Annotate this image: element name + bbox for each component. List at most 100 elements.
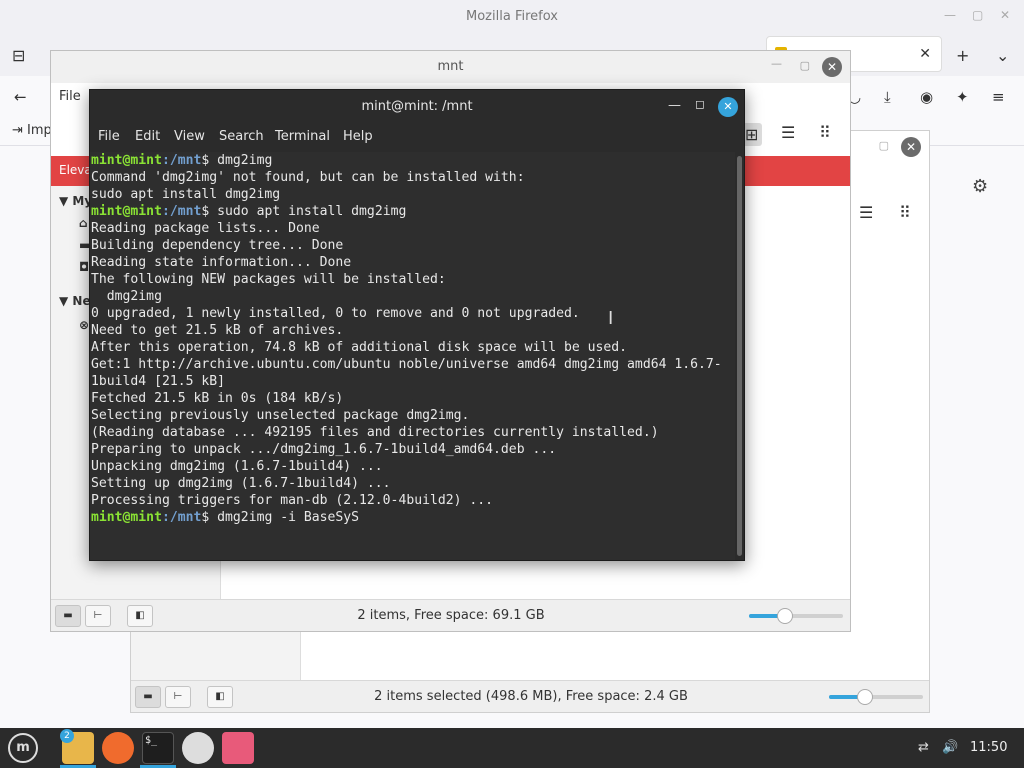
line-text: Reading package lists... Done [91,221,320,236]
minimize-icon[interactable]: — [771,57,782,70]
terminal-output-line: (Reading database ... 492195 files and d… [91,424,735,441]
terminal-title: mint@mint: /mnt [361,99,473,114]
line-text: Get:1 http://archive.ubuntu.com/ubuntu n… [91,357,722,372]
menu-edit[interactable]: Edit [135,129,160,144]
minimize-icon[interactable]: — [944,8,956,22]
maximize-icon[interactable]: ▢ [800,59,810,72]
terminal-window: mint@mint: /mnt — ◻ ✕ File Edit View Sea… [89,89,745,561]
maximize-icon[interactable]: ▢ [879,139,889,152]
close-icon[interactable]: ✕ [1000,8,1010,22]
menu-file[interactable]: File [59,89,81,104]
terminal-output-line: 1build4 [21.5 kB] [91,373,735,390]
terminal-output-line: Preparing to unpack .../dmg2img_1.6.7-1b… [91,441,735,458]
line-text: Fetched 21.5 kB in 0s (184 kB/s) [91,391,344,406]
chromium-icon[interactable] [182,732,214,764]
sidebar-toggle-icon[interactable]: ◧ [207,686,233,708]
download-icon[interactable]: ⤓ [884,88,891,106]
line-text: sudo apt install dmg2img [217,204,407,219]
line-text: Need to get 21.5 kB of archives. [91,323,344,338]
account-icon[interactable]: ◉ [920,88,933,106]
mint-menu-icon[interactable]: m [8,733,38,763]
tree-toggle-icon[interactable]: ⊢ [85,605,111,627]
filesystem-icon[interactable]: ◘ [79,260,89,274]
chevron-down-icon[interactable]: ⌄ [996,46,1009,65]
prompt-user: mint@mint [91,510,162,525]
terminal-output-line: Get:1 http://archive.ubuntu.com/ubuntu n… [91,356,735,373]
statusbar: ▬ ⊢ ◧ 2 items, Free space: 69.1 GB [51,599,850,631]
zoom-slider[interactable] [749,608,843,624]
terminal-output-line: Selecting previously unselected package … [91,407,735,424]
network-icon[interactable]: ⇄ [918,740,929,755]
terminal-output-line: Fetched 21.5 kB in 0s (184 kB/s) [91,390,735,407]
terminal-output[interactable]: mint@mint:/mnt$ dmg2img Command 'dmg2img'… [90,152,735,560]
terminal-output-line: 0 upgraded, 1 newly installed, 0 to remo… [91,305,735,322]
close-icon[interactable]: ✕ [822,57,842,77]
extensions-icon[interactable]: ✦ [956,88,969,106]
network-icon[interactable]: ⊗ [79,318,89,332]
terminal-icon[interactable]: $_ [142,732,174,764]
menu-terminal[interactable]: Terminal [275,129,330,144]
menu-view[interactable]: View [174,129,205,144]
prompt-suffix: $ [201,510,218,525]
tab-overview-icon[interactable]: ⊟ [12,46,25,65]
hamburger-menu-icon[interactable]: ≡ [992,88,1005,106]
tab-close-icon[interactable]: ✕ [919,46,931,62]
compact-view-icon[interactable]: ⠿ [819,123,831,142]
taskbar: m $_ ⇄ 🔊 11:50 [0,728,1024,768]
sidebar-group-network[interactable]: ▼ Ne [59,294,91,308]
tree-toggle-icon[interactable]: ⊢ [165,686,191,708]
prompt-user: mint@mint [91,153,162,168]
prompt-suffix: $ [201,153,218,168]
terminal-output-line: The following NEW packages will be insta… [91,271,735,288]
firefox-icon[interactable] [102,732,134,764]
line-text: Selecting previously unselected package … [91,408,470,423]
gear-icon[interactable]: ⚙ [972,176,988,197]
terminal-output-line: After this operation, 74.8 kB of additio… [91,339,735,356]
terminal-scrollbar[interactable] [737,156,742,556]
line-text: Command 'dmg2img' not found, but can be … [91,170,525,185]
line-text: Building dependency tree... Done [91,238,344,253]
triangle-down-icon: ▼ [59,294,69,308]
clock[interactable]: 11:50 [970,740,1007,755]
terminal-output-line: sudo apt install dmg2img [91,186,735,203]
compact-view-icon[interactable]: ⠿ [899,203,911,222]
close-icon[interactable]: ✕ [718,97,738,117]
places-toggle-icon[interactable]: ▬ [135,686,161,708]
back-icon[interactable]: ← [14,88,27,106]
home-icon[interactable]: ⌂ [79,216,88,230]
minimize-icon[interactable]: — [668,98,681,113]
terminal-titlebar: mint@mint: /mnt — ◻ ✕ [90,90,744,124]
sidebar-toggle-icon[interactable]: ◧ [127,605,153,627]
terminal-output-line: Command 'dmg2img' not found, but can be … [91,169,735,186]
places-toggle-icon[interactable]: ▬ [55,605,81,627]
line-text: Unpacking dmg2img (1.6.7-1build4) ... [91,459,383,474]
import-icon: ⇥ [12,123,23,138]
zoom-slider-knob[interactable] [856,689,873,705]
list-view-icon[interactable]: ☰ [859,203,873,222]
terminal-command-line: mint@mint:/mnt$ dmg2img [91,152,735,169]
text-cursor-icon: I [608,308,614,329]
terminal-command-line: mint@mint:/mnt$ dmg2img -i BaseSyS [91,509,735,526]
bookmark-import[interactable]: ⇥ Imp [12,123,52,138]
maximize-icon[interactable]: ◻ [695,97,705,111]
close-icon[interactable]: ✕ [901,137,921,157]
sidebar-group-my-computer[interactable]: ▼ My [59,194,92,208]
status-text: 2 items selected (498.6 MB), Free space:… [374,689,688,704]
terminal-menubar: File Edit View Search Terminal Help [90,124,744,152]
line-text: Setting up dmg2img (1.6.7-1build4) ... [91,476,391,491]
firefox-titlebar: Mozilla Firefox — ▢ ✕ [0,0,1024,34]
menu-search[interactable]: Search [219,129,264,144]
terminal-output-line: dmg2img [91,288,735,305]
zoom-slider[interactable] [829,689,923,705]
line-text: Processing triggers for man-db (2.12.0-4… [91,493,494,508]
new-tab-icon[interactable]: + [956,46,969,65]
maximize-icon[interactable]: ▢ [972,8,983,22]
zoom-slider-knob[interactable] [776,608,793,624]
menu-file[interactable]: File [98,129,120,144]
menu-help[interactable]: Help [343,129,373,144]
image-viewer-icon[interactable] [222,732,254,764]
line-text: 0 upgraded, 1 newly installed, 0 to remo… [91,306,580,321]
firefox-window-title: Mozilla Firefox [466,9,558,24]
list-view-icon[interactable]: ☰ [781,123,795,142]
volume-icon[interactable]: 🔊 [942,740,958,755]
